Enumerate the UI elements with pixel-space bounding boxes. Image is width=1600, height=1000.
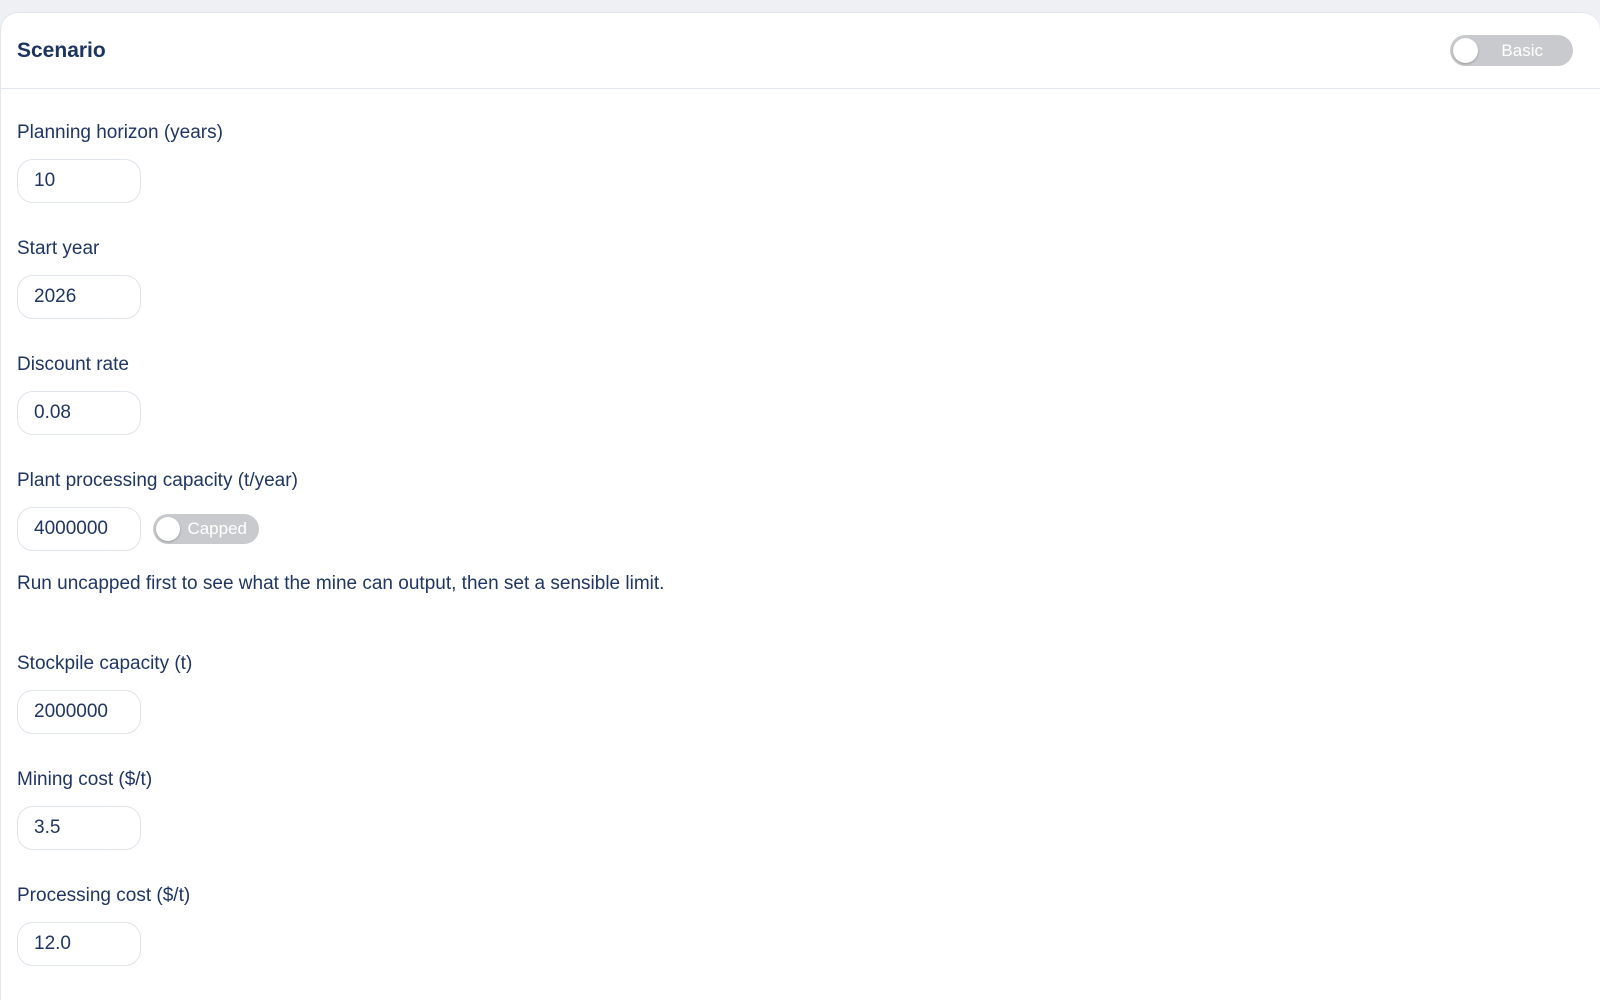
field-label: Planning horizon (years) <box>17 122 223 143</box>
capped-toggle[interactable]: Capped <box>153 514 259 544</box>
mining-cost-input[interactable] <box>17 806 141 850</box>
stockpile-capacity-input[interactable] <box>17 690 141 734</box>
field-processing-cost: Processing cost ($/t) <box>17 884 190 966</box>
field-discount-rate: Discount rate <box>17 353 141 435</box>
field-label: Processing cost ($/t) <box>17 885 191 906</box>
toggle-knob <box>1453 38 1478 63</box>
field-label: Stockpile capacity (t) <box>17 653 193 674</box>
field-start-year: Start year <box>17 237 141 319</box>
field-stockpile-capacity: Stockpile capacity (t) <box>17 652 192 734</box>
field-planning-horizon: Planning horizon (years) <box>17 121 223 203</box>
field-label: Start year <box>17 238 100 259</box>
toggle-label: Basic <box>1501 40 1543 60</box>
field-mining-cost: Mining cost ($/t) <box>17 768 152 850</box>
plant-capacity-hint: Run uncapped first to see what the mine … <box>17 573 665 594</box>
field-label: Plant processing capacity (t/year) <box>17 470 298 491</box>
toggle-label: Capped <box>187 519 247 538</box>
planning-horizon-input[interactable] <box>17 159 141 203</box>
plant-capacity-input[interactable] <box>17 507 141 551</box>
field-label: Discount rate <box>17 354 129 375</box>
toggle-knob <box>156 517 180 541</box>
field-label: Mining cost ($/t) <box>17 769 153 790</box>
discount-rate-input[interactable] <box>17 391 141 435</box>
start-year-input[interactable] <box>17 275 141 319</box>
panel-header: Scenario Basic <box>1 13 1600 89</box>
panel-title: Scenario <box>17 38 106 62</box>
processing-cost-input[interactable] <box>17 922 141 966</box>
basic-mode-toggle[interactable]: Basic <box>1450 35 1573 66</box>
field-plant-capacity: Plant processing capacity (t/year) Cappe… <box>17 469 298 551</box>
